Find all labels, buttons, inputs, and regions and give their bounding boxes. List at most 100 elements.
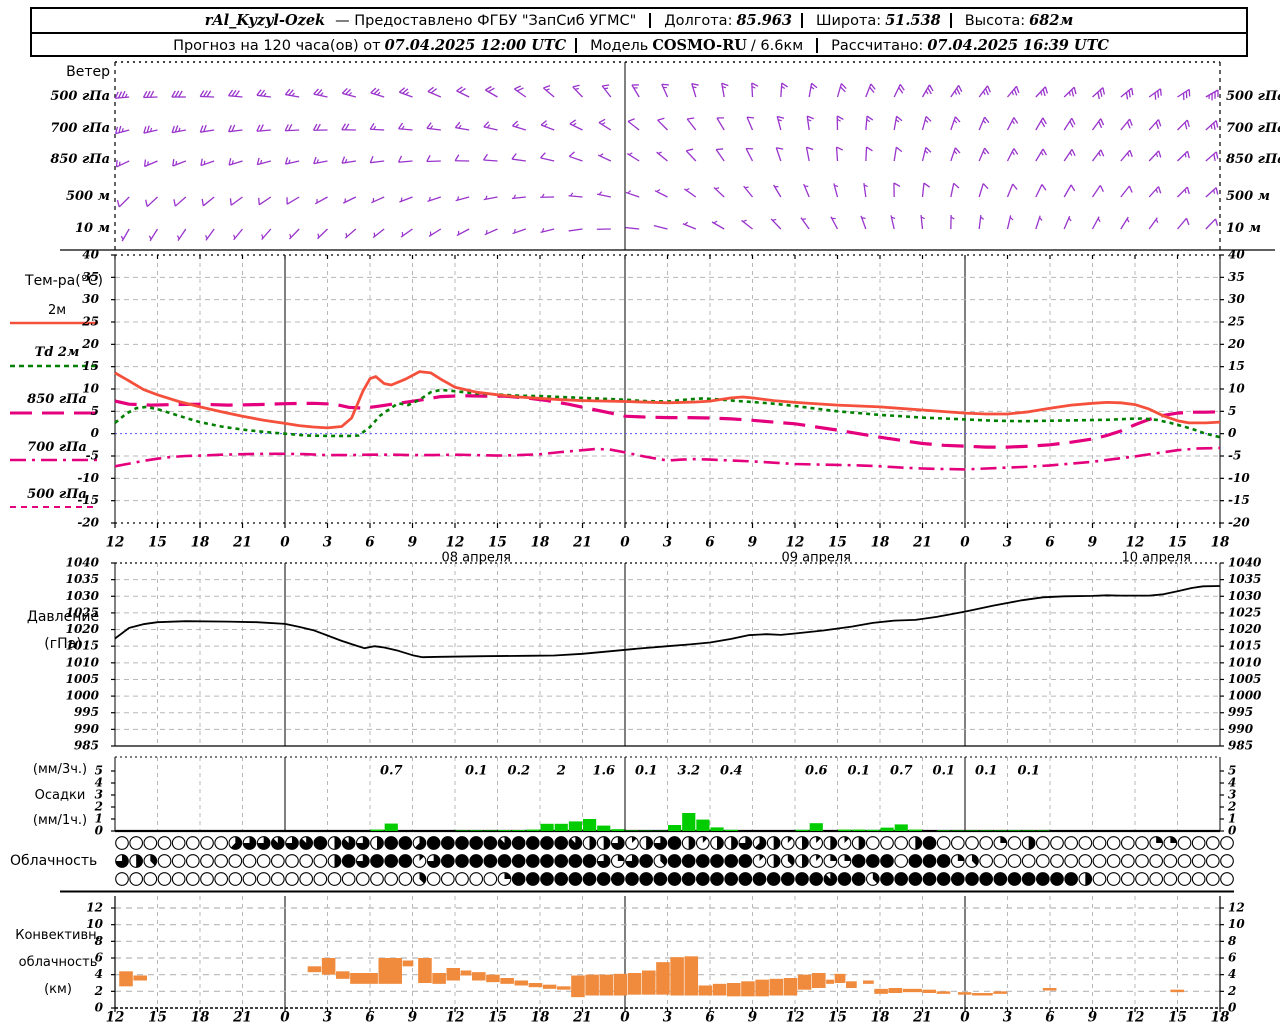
svg-text:0: 0 bbox=[960, 535, 970, 551]
wind-row-4 bbox=[120, 214, 1219, 242]
svg-text:1015: 1015 bbox=[66, 639, 99, 653]
svg-text:0.1: 0.1 bbox=[975, 764, 998, 779]
svg-text:18: 18 bbox=[531, 535, 550, 551]
svg-text:20: 20 bbox=[81, 337, 99, 351]
svg-text:1040: 1040 bbox=[1228, 556, 1262, 570]
svg-text:995: 995 bbox=[1228, 705, 1253, 719]
svg-text:10: 10 bbox=[82, 382, 99, 396]
svg-text:3: 3 bbox=[663, 1010, 672, 1024]
svg-text:1040: 1040 bbox=[66, 556, 100, 570]
temp-curve-td2m bbox=[114, 388, 1221, 439]
svg-text:15: 15 bbox=[828, 535, 847, 551]
svg-text:18: 18 bbox=[191, 1010, 210, 1024]
svg-text:1010: 1010 bbox=[66, 655, 100, 669]
svg-text:-20: -20 bbox=[1228, 516, 1250, 530]
svg-text:0.4: 0.4 bbox=[720, 764, 743, 779]
svg-text:18: 18 bbox=[871, 1010, 890, 1024]
svg-text:20: 20 bbox=[1227, 337, 1245, 351]
temp-panel: 40 40 35 35 30 30 25 25 20 20 15 15 10 10 5 5 0 0 -5 -5 -10 -… bbox=[77, 248, 1250, 530]
svg-text:9: 9 bbox=[1088, 535, 1098, 551]
pressure-panel: 1040 1040 1035 1035 1030 1030 1025 1025 1020 1020… bbox=[66, 556, 1262, 753]
svg-text:18: 18 bbox=[1211, 1010, 1230, 1024]
svg-text:10: 10 bbox=[1228, 382, 1245, 396]
meteogram-page: rAl_Kyzyl-Ozek — Предоставлено ФГБУ "Зап… bbox=[0, 0, 1280, 1024]
svg-text:18: 18 bbox=[1211, 535, 1230, 551]
svg-text:3: 3 bbox=[1003, 1010, 1012, 1024]
svg-text:1020: 1020 bbox=[1228, 622, 1262, 636]
svg-text:15: 15 bbox=[1168, 1010, 1187, 1024]
svg-text:12: 12 bbox=[786, 1010, 805, 1024]
meteogram-chart: 40 4035 3530 3025 2520 2015 1510 105 50 0-5 -5-10-… bbox=[60, 61, 1275, 1024]
svg-text:4: 4 bbox=[95, 967, 103, 981]
conv-bars bbox=[119, 956, 1184, 998]
svg-text:990: 990 bbox=[74, 722, 100, 736]
svg-text:1020: 1020 bbox=[66, 622, 100, 636]
svg-text:1000: 1000 bbox=[1228, 689, 1262, 703]
svg-text:0: 0 bbox=[95, 1001, 104, 1015]
svg-text:3: 3 bbox=[663, 535, 672, 551]
svg-text:15: 15 bbox=[148, 1010, 167, 1024]
wind-row-2 bbox=[115, 146, 1219, 168]
svg-text:0: 0 bbox=[1228, 426, 1237, 440]
svg-text:0.6: 0.6 bbox=[805, 764, 828, 779]
svg-text:985: 985 bbox=[1228, 739, 1253, 753]
svg-text:40: 40 bbox=[82, 248, 99, 262]
svg-text:6: 6 bbox=[1045, 1010, 1055, 1024]
svg-text:-20: -20 bbox=[77, 516, 99, 530]
svg-text:0.1: 0.1 bbox=[465, 764, 488, 779]
svg-text:15: 15 bbox=[82, 359, 99, 373]
svg-text:0: 0 bbox=[1228, 824, 1237, 838]
svg-text:25: 25 bbox=[81, 315, 99, 329]
svg-text:-10: -10 bbox=[1228, 471, 1250, 485]
svg-text:-5: -5 bbox=[1228, 449, 1241, 463]
svg-text:12: 12 bbox=[786, 535, 805, 551]
svg-text:1005: 1005 bbox=[66, 672, 99, 686]
svg-text:1035: 1035 bbox=[66, 572, 99, 586]
precip-panel: 5 54 43 32 21 10 0 bbox=[94, 756, 1237, 838]
svg-text:0: 0 bbox=[620, 535, 630, 551]
svg-text:9: 9 bbox=[408, 1010, 418, 1024]
svg-text:1035: 1035 bbox=[1228, 572, 1261, 586]
svg-text:9: 9 bbox=[748, 1010, 758, 1024]
svg-text:995: 995 bbox=[74, 705, 99, 719]
svg-text:0: 0 bbox=[280, 1010, 290, 1024]
svg-text:12: 12 bbox=[446, 1010, 465, 1024]
svg-text:35: 35 bbox=[82, 270, 99, 284]
svg-text:12: 12 bbox=[1126, 1010, 1145, 1024]
svg-text:2: 2 bbox=[556, 764, 566, 779]
svg-text:40: 40 bbox=[1228, 248, 1245, 262]
svg-text:0: 0 bbox=[95, 824, 104, 838]
wind-row-0 bbox=[114, 82, 1219, 101]
svg-text:1000: 1000 bbox=[66, 689, 100, 703]
svg-text:12: 12 bbox=[446, 535, 465, 551]
svg-text:12: 12 bbox=[86, 901, 103, 915]
svg-text:-15: -15 bbox=[1228, 493, 1250, 507]
svg-text:12: 12 bbox=[1126, 535, 1145, 551]
svg-text:0.2: 0.2 bbox=[507, 764, 530, 779]
svg-text:1.6: 1.6 bbox=[592, 764, 615, 779]
svg-text:6: 6 bbox=[705, 535, 715, 551]
svg-text:15: 15 bbox=[488, 535, 507, 551]
svg-text:-10: -10 bbox=[77, 471, 99, 485]
svg-text:9: 9 bbox=[1088, 1010, 1098, 1024]
svg-text:10: 10 bbox=[1228, 917, 1245, 931]
svg-text:12: 12 bbox=[106, 1010, 125, 1024]
svg-text:5: 5 bbox=[1228, 404, 1236, 418]
cloud-row-3 bbox=[115, 872, 1234, 886]
svg-text:6: 6 bbox=[1228, 951, 1237, 965]
svg-text:18: 18 bbox=[191, 535, 210, 551]
svg-text:-5: -5 bbox=[86, 449, 99, 463]
svg-text:21: 21 bbox=[232, 535, 252, 551]
svg-text:985: 985 bbox=[74, 739, 99, 753]
svg-text:3.2: 3.2 bbox=[677, 764, 700, 779]
svg-text:3: 3 bbox=[323, 1010, 332, 1024]
svg-text:0: 0 bbox=[280, 535, 290, 551]
wind-row-3 bbox=[116, 182, 1219, 208]
svg-text:18: 18 bbox=[871, 535, 890, 551]
svg-text:6: 6 bbox=[95, 951, 104, 965]
svg-text:9: 9 bbox=[748, 535, 758, 551]
svg-text:21: 21 bbox=[232, 1010, 252, 1024]
svg-text:21: 21 bbox=[572, 535, 592, 551]
svg-text:3: 3 bbox=[323, 535, 332, 551]
svg-text:2: 2 bbox=[1227, 984, 1236, 998]
